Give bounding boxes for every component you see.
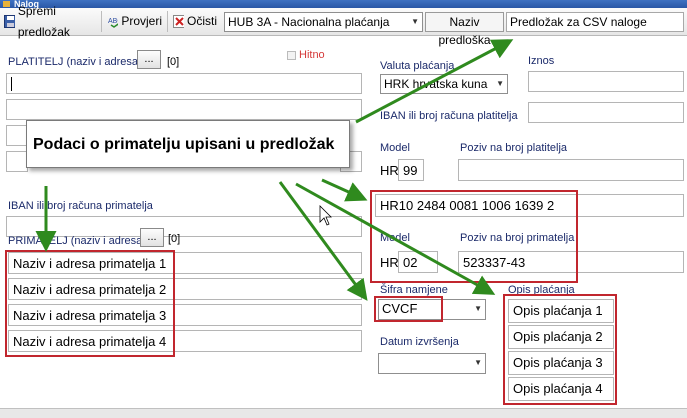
- arrow-to-template-name: [355, 39, 514, 124]
- arrow-to-iban: [321, 178, 368, 202]
- annotation-arrows: [35, 39, 514, 301]
- arrow-to-description: [295, 182, 496, 295]
- mouse-cursor-icon: [319, 205, 332, 226]
